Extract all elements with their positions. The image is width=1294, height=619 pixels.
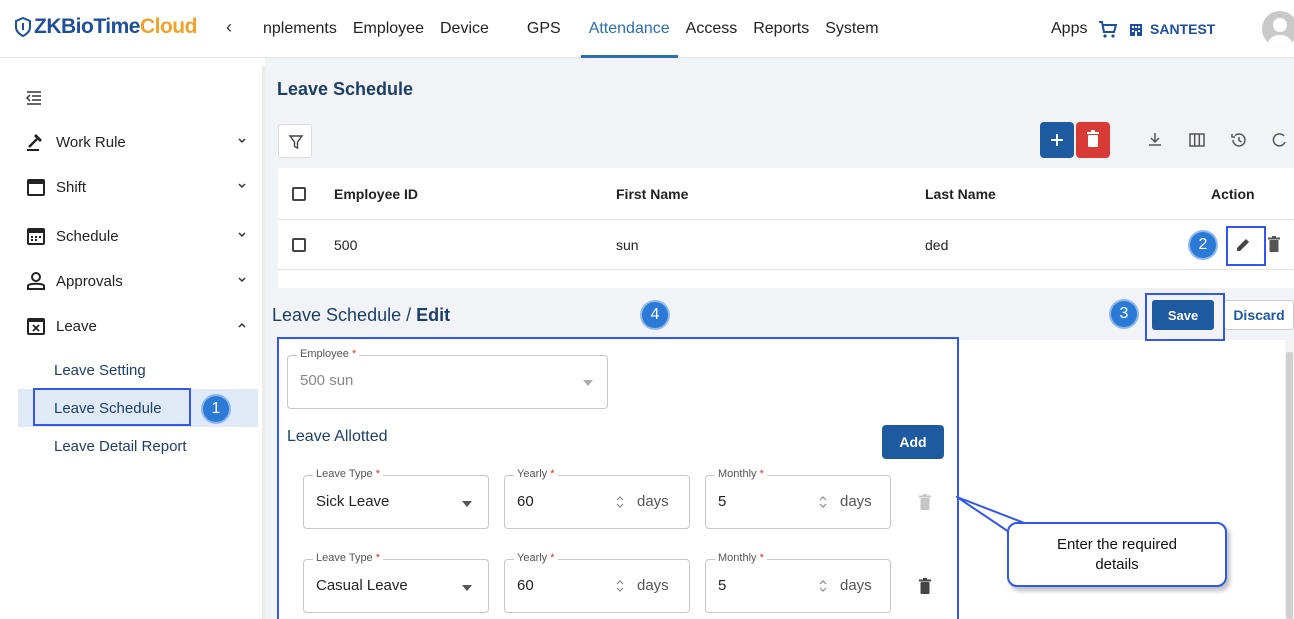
export-button[interactable] [1138, 122, 1172, 158]
user-avatar[interactable] [1262, 11, 1294, 47]
grid-header-row: Employee ID First Name Last Name Action [278, 168, 1294, 220]
nav-item-access[interactable]: Access [678, 0, 746, 58]
sidebar-item-label: Schedule [56, 227, 119, 245]
step-badge-4: 4 [642, 302, 668, 328]
sidebar-collapse-icon[interactable] [26, 90, 42, 106]
add-record-button[interactable] [1040, 122, 1074, 158]
sidebar-item-shift[interactable]: Shift [18, 165, 258, 209]
sidebar-item-work-rule[interactable]: Work Rule [18, 120, 258, 164]
sidebar: Work Rule Shift Schedule Approvals Leave… [18, 66, 258, 492]
breadcrumb-separator: / [406, 305, 412, 325]
chevron-down-icon [238, 138, 246, 144]
logo-brand: ZKBioTime [34, 15, 140, 38]
logo-suffix: Cloud [139, 15, 197, 38]
nav-scroll-left-icon[interactable]: ‹ [226, 17, 232, 38]
highlight-edit-icon [1226, 226, 1266, 266]
download-icon [1149, 133, 1161, 146]
cell-employee-id: 500 [334, 236, 358, 253]
gavel-icon [27, 134, 42, 151]
top-bar: ZKBioTime Cloud ‹ nplements Employee Devi… [0, 0, 1294, 58]
breadcrumb: Leave Schedule / Edit [272, 305, 450, 326]
filter-icon [288, 135, 304, 150]
trash-icon [1087, 130, 1099, 147]
nav-item-reports[interactable]: Reports [745, 0, 817, 58]
highlight-edit-form [277, 337, 959, 619]
column-header-first-name[interactable]: First Name [616, 186, 688, 202]
calendar-blank-icon [27, 179, 45, 196]
filter-button[interactable] [278, 124, 312, 158]
column-header-employee-id[interactable]: Employee ID [334, 186, 418, 202]
table-row: 500 sun ded [278, 220, 1294, 270]
step-badge-3: 3 [1111, 301, 1137, 327]
history-button[interactable] [1222, 122, 1256, 158]
column-header-action: Action [1211, 185, 1255, 202]
discard-button[interactable]: Discard [1224, 300, 1294, 330]
sidebar-item-leave[interactable]: Leave [18, 304, 258, 348]
building-icon [1130, 24, 1142, 36]
calendar-grid-icon [27, 228, 45, 245]
highlight-leave-schedule [33, 388, 191, 426]
chevron-up-icon [238, 322, 246, 328]
chevron-down-icon [238, 183, 246, 189]
refresh-icon [1272, 133, 1286, 147]
sidebar-item-label: Work Rule [56, 133, 126, 151]
sidebar-item-schedule[interactable]: Schedule [18, 214, 258, 258]
chevron-down-icon [238, 232, 246, 238]
chevron-down-icon [238, 277, 246, 283]
cell-first-name: sun [616, 236, 639, 253]
sidebar-subitem-leave-detail-report[interactable]: Leave Detail Report [18, 427, 258, 465]
callout-enter-details: Enter the required details [1007, 522, 1227, 587]
data-grid: Employee ID First Name Last Name Action … [278, 168, 1294, 288]
sidebar-subitem-leave-setting[interactable]: Leave Setting [18, 351, 258, 389]
delete-records-button[interactable] [1076, 122, 1110, 158]
cell-last-name: ded [925, 236, 949, 253]
row-checkbox[interactable] [292, 237, 306, 252]
columns-button[interactable] [1180, 122, 1214, 158]
columns-icon [1189, 133, 1205, 147]
breadcrumb-parent[interactable]: Leave Schedule [272, 305, 401, 325]
column-header-last-name[interactable]: Last Name [925, 186, 996, 202]
nav-item-employee[interactable]: Employee [345, 0, 432, 58]
nav-item-implements[interactable]: nplements [255, 0, 345, 58]
step-badge-2: 2 [1190, 232, 1216, 258]
sidebar-item-label: Approvals [56, 272, 123, 290]
select-all-checkbox[interactable] [292, 186, 306, 201]
highlight-save-button [1145, 293, 1225, 341]
calendar-x-icon [27, 318, 45, 335]
page-title: Leave Schedule [277, 79, 414, 99]
person-icon [1268, 18, 1292, 47]
scrollbar-thumb[interactable] [1286, 352, 1293, 619]
sidebar-item-label: Shift [56, 178, 87, 196]
sidebar-item-approvals[interactable]: Approvals [18, 259, 258, 303]
nav-item-attendance[interactable]: Attendance [580, 0, 678, 58]
cart-icon[interactable] [1098, 19, 1118, 39]
nav-item-device[interactable]: Device [432, 0, 519, 58]
breadcrumb-current: Edit [416, 305, 451, 325]
shield-logo-icon [15, 17, 31, 37]
sidebar-item-label: Leave [56, 317, 97, 335]
apps-link[interactable]: Apps [1051, 0, 1087, 58]
main-nav: nplements Employee Device GPS Attendance… [255, 0, 887, 58]
nav-item-system[interactable]: System [817, 0, 886, 58]
history-icon [1231, 133, 1246, 147]
org-name: SANTEST [1150, 21, 1216, 37]
person-check-icon [27, 272, 45, 290]
org-switcher[interactable]: SANTEST [1128, 0, 1215, 58]
refresh-button[interactable] [1264, 122, 1294, 158]
plus-icon [1051, 134, 1063, 146]
step-badge-1: 1 [203, 396, 229, 422]
row-delete-icon[interactable] [1268, 236, 1280, 253]
app-logo[interactable]: ZKBioTime Cloud [14, 13, 197, 41]
nav-item-gps[interactable]: GPS [519, 0, 581, 58]
form-scrollbar[interactable] [1285, 340, 1294, 619]
